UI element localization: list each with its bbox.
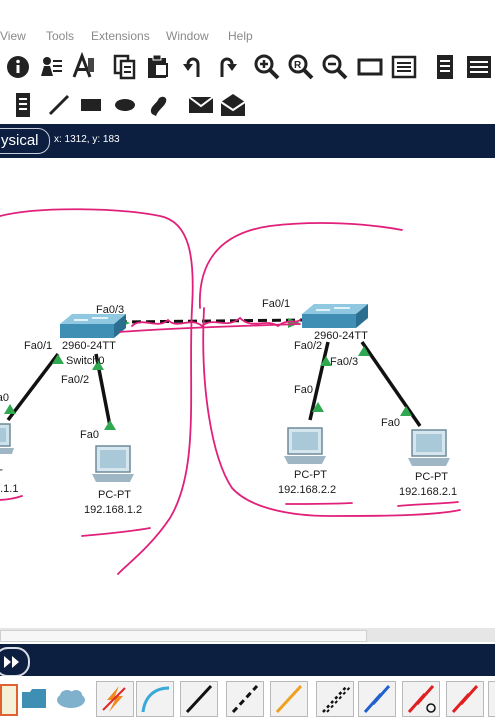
rectangle-view-icon[interactable] [355, 52, 385, 82]
console-cable-icon[interactable] [136, 681, 174, 717]
menu-help[interactable]: Help [228, 29, 253, 43]
scrollbar-thumb[interactable] [0, 630, 367, 642]
switch1-icon[interactable] [302, 304, 368, 328]
line-icon[interactable] [44, 90, 74, 120]
pc1-icon[interactable] [92, 445, 134, 482]
pc1-type-label: PC-PT [98, 489, 131, 501]
switch0-name-label: Switch0 [66, 355, 105, 367]
menu-window[interactable]: Window [166, 29, 209, 43]
left-pc-type-label: T [0, 468, 3, 480]
port-marker [104, 420, 116, 430]
cable-sw0-left-pc[interactable] [6, 352, 60, 422]
pc-left-icon[interactable] [0, 423, 14, 454]
drawing-toolbar [0, 88, 495, 122]
horizontal-scrollbar[interactable] [0, 628, 495, 642]
fast-forward-button[interactable] [0, 647, 30, 677]
pc2-icon[interactable] [284, 427, 326, 464]
pc3-icon[interactable] [408, 429, 450, 466]
menu-tools[interactable]: Tools [46, 29, 74, 43]
topology-drawing [0, 208, 461, 575]
port-label-pc3-fa0: Fa0 [381, 417, 400, 429]
undo-icon[interactable] [178, 52, 208, 82]
octal-cable-icon[interactable] [488, 681, 495, 717]
palette-icon[interactable] [389, 52, 419, 82]
port-label-sw1-fa03: Fa0/3 [330, 356, 359, 368]
menu-extensions[interactable]: Extensions [91, 29, 150, 43]
activity-wizard-icon[interactable] [36, 52, 66, 82]
fast-forward-icon [4, 656, 19, 668]
pdu-icon[interactable] [186, 90, 216, 120]
auto-connection-icon[interactable] [96, 681, 134, 717]
hand-drawn-annotation [0, 208, 461, 575]
copper-cross-icon[interactable] [226, 681, 264, 717]
zoom-reset-icon[interactable]: R [286, 52, 316, 82]
switch1-model-label: 2960-24TT [314, 330, 368, 342]
rectangle-icon[interactable] [76, 90, 106, 120]
components-icon[interactable] [20, 686, 48, 710]
simulation-bar [0, 644, 495, 677]
coaxial-icon[interactable] [358, 681, 396, 717]
port-label-pc1-fa0: Fa0 [80, 429, 99, 441]
port-label-sw0-fa03: Fa0/3 [96, 304, 125, 316]
redo-icon[interactable] [212, 52, 242, 82]
paste-icon[interactable] [143, 52, 173, 82]
cloud-icon[interactable] [54, 686, 88, 710]
cursor-coordinates: x: 1312, y: 183 [54, 134, 120, 145]
fiber-icon[interactable] [270, 681, 308, 717]
port-label-pc2-fa0: Fa0 [294, 384, 313, 396]
workspace-canvas[interactable]: Fa0/3 Fa0/1 Fa0/2 Fa0/1 Fa0/2 Fa0/3 Fa0 … [0, 158, 495, 628]
copy-icon[interactable] [110, 52, 140, 82]
menu-bar: View Tools Extensions Window Help [0, 24, 495, 48]
complex-pdu-icon[interactable] [218, 90, 248, 120]
copper-straight-icon[interactable] [180, 681, 218, 717]
note-icon[interactable] [8, 90, 38, 120]
notes-icon[interactable] [430, 52, 460, 82]
pc2-type-label: PC-PT [294, 469, 327, 481]
ellipse-icon[interactable] [110, 90, 140, 120]
phone-cable-icon[interactable] [316, 681, 354, 717]
cable-sw1-pc3[interactable] [360, 341, 422, 427]
main-toolbar: R [0, 48, 495, 88]
port-label-sw0-fa01: Fa0/1 [24, 340, 53, 352]
device-palette [0, 676, 495, 720]
port-label-sw0-fa02: Fa0/2 [61, 374, 90, 386]
freeform-icon[interactable] [144, 90, 174, 120]
end-device-icon[interactable] [0, 684, 18, 716]
switch0-icon[interactable] [60, 314, 126, 338]
zoom-in-icon[interactable] [252, 52, 282, 82]
svg-text:R: R [294, 60, 302, 71]
list-icon[interactable] [464, 52, 494, 82]
physical-tab[interactable]: ysical [0, 128, 50, 154]
serial-dce-icon[interactable] [402, 681, 440, 717]
serial-dte-icon[interactable] [446, 681, 484, 717]
pc3-ip-label: 192.168.2.1 [399, 486, 458, 498]
workspace-tab-bar: ysical x: 1312, y: 183 [0, 124, 495, 158]
port-label-sw1-fa01: Fa0/1 [262, 298, 291, 310]
pc2-ip-label: 192.168.2.2 [278, 484, 337, 496]
pc1-ip-label: 192.168.1.2 [84, 504, 143, 516]
custom-device-icon[interactable] [68, 51, 98, 82]
left-pc-ip-label: 1.1.1 [0, 483, 19, 495]
info-icon[interactable] [3, 52, 33, 82]
pc3-type-label: PC-PT [415, 471, 448, 483]
port-label-left-pc-fa0: Fa0 [0, 392, 9, 404]
switch0-model-label: 2960-24TT [62, 340, 116, 352]
menu-view[interactable]: View [0, 29, 26, 43]
zoom-out-icon[interactable] [320, 52, 350, 82]
